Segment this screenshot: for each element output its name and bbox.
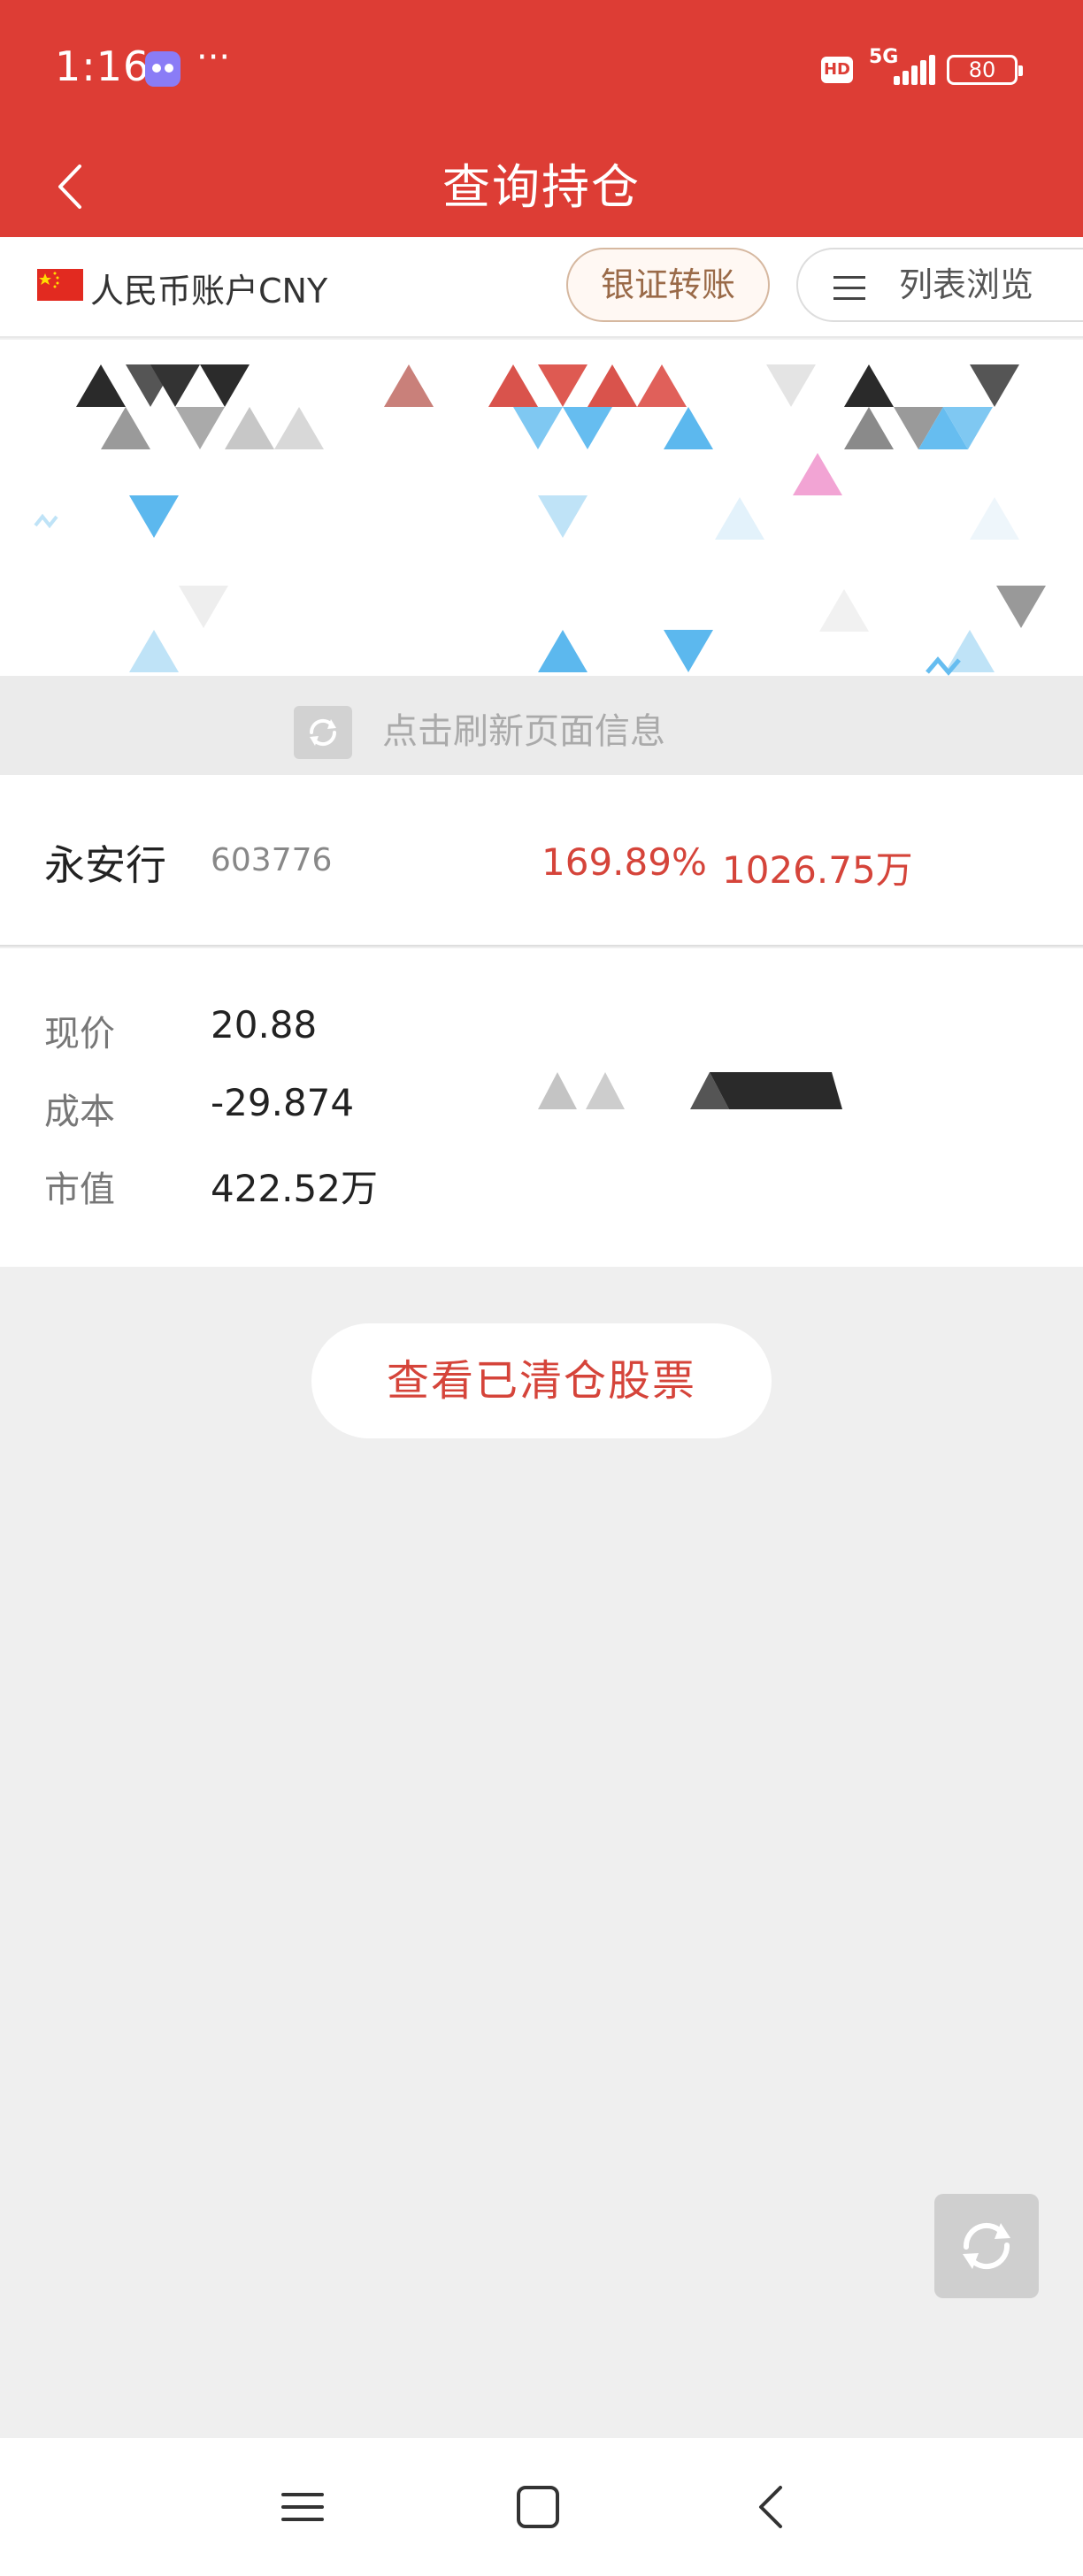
app-header: 查询持仓 bbox=[0, 138, 1083, 237]
system-nav-bar bbox=[0, 2438, 1083, 2576]
position-row[interactable]: 永安行 603776 169.89% 1026.75万 bbox=[0, 775, 1083, 947]
list-view-button[interactable]: 列表浏览 bbox=[796, 248, 1083, 322]
price-label: 现价 bbox=[44, 1014, 115, 1054]
account-selector[interactable]: 人民币账户CNY bbox=[90, 264, 327, 312]
status-more-icon: ··· bbox=[196, 37, 231, 78]
view-cleared-stocks-button[interactable]: 查看已清仓股票 bbox=[311, 1323, 772, 1438]
menu-icon[interactable] bbox=[271, 2475, 334, 2539]
loading-placeholder-graphic bbox=[0, 340, 1083, 676]
back-icon[interactable] bbox=[740, 2475, 803, 2539]
stock-name: 永安行 bbox=[44, 841, 166, 889]
list-view-label: 列表浏览 bbox=[899, 265, 1034, 304]
stock-code: 603776 bbox=[211, 842, 333, 878]
refresh-icon[interactable] bbox=[294, 706, 352, 759]
china-flag-icon bbox=[37, 269, 83, 301]
purple-app-icon bbox=[145, 51, 180, 87]
home-square-icon[interactable] bbox=[506, 2475, 570, 2539]
price-value: 20.88 bbox=[211, 1003, 318, 1046]
battery-icon: 80 bbox=[947, 55, 1023, 85]
hd-icon: HD bbox=[821, 57, 853, 83]
bank-transfer-button[interactable]: 银证转账 bbox=[566, 248, 770, 322]
market-value-label: 市值 bbox=[44, 1169, 115, 1210]
placeholder-graphic bbox=[531, 1063, 849, 1116]
status-time: 1:16 bbox=[55, 42, 150, 90]
cost-value: -29.874 bbox=[211, 1081, 355, 1124]
refresh-bar[interactable]: 点击刷新页面信息 bbox=[0, 676, 1083, 775]
page-title: 查询持仓 bbox=[442, 159, 641, 215]
floating-refresh-icon[interactable] bbox=[934, 2194, 1039, 2298]
profit-amount: 1026.75万 bbox=[722, 848, 913, 892]
market-value-value: 422.52万 bbox=[211, 1167, 378, 1210]
refresh-hint: 点击刷新页面信息 bbox=[382, 711, 665, 752]
profit-percent: 169.89% bbox=[542, 840, 707, 884]
list-icon bbox=[833, 276, 869, 301]
position-details: 现价 20.88 成本 -29.874 市值 422.52万 bbox=[0, 948, 1083, 1267]
battery-level: 80 bbox=[968, 58, 996, 82]
signal-icon bbox=[894, 53, 936, 85]
status-bar: 1:16 ··· HD 5G 80 bbox=[0, 0, 1083, 138]
account-bar: 人民币账户CNY 银证转账 列表浏览 bbox=[0, 237, 1083, 338]
cost-label: 成本 bbox=[44, 1092, 115, 1132]
